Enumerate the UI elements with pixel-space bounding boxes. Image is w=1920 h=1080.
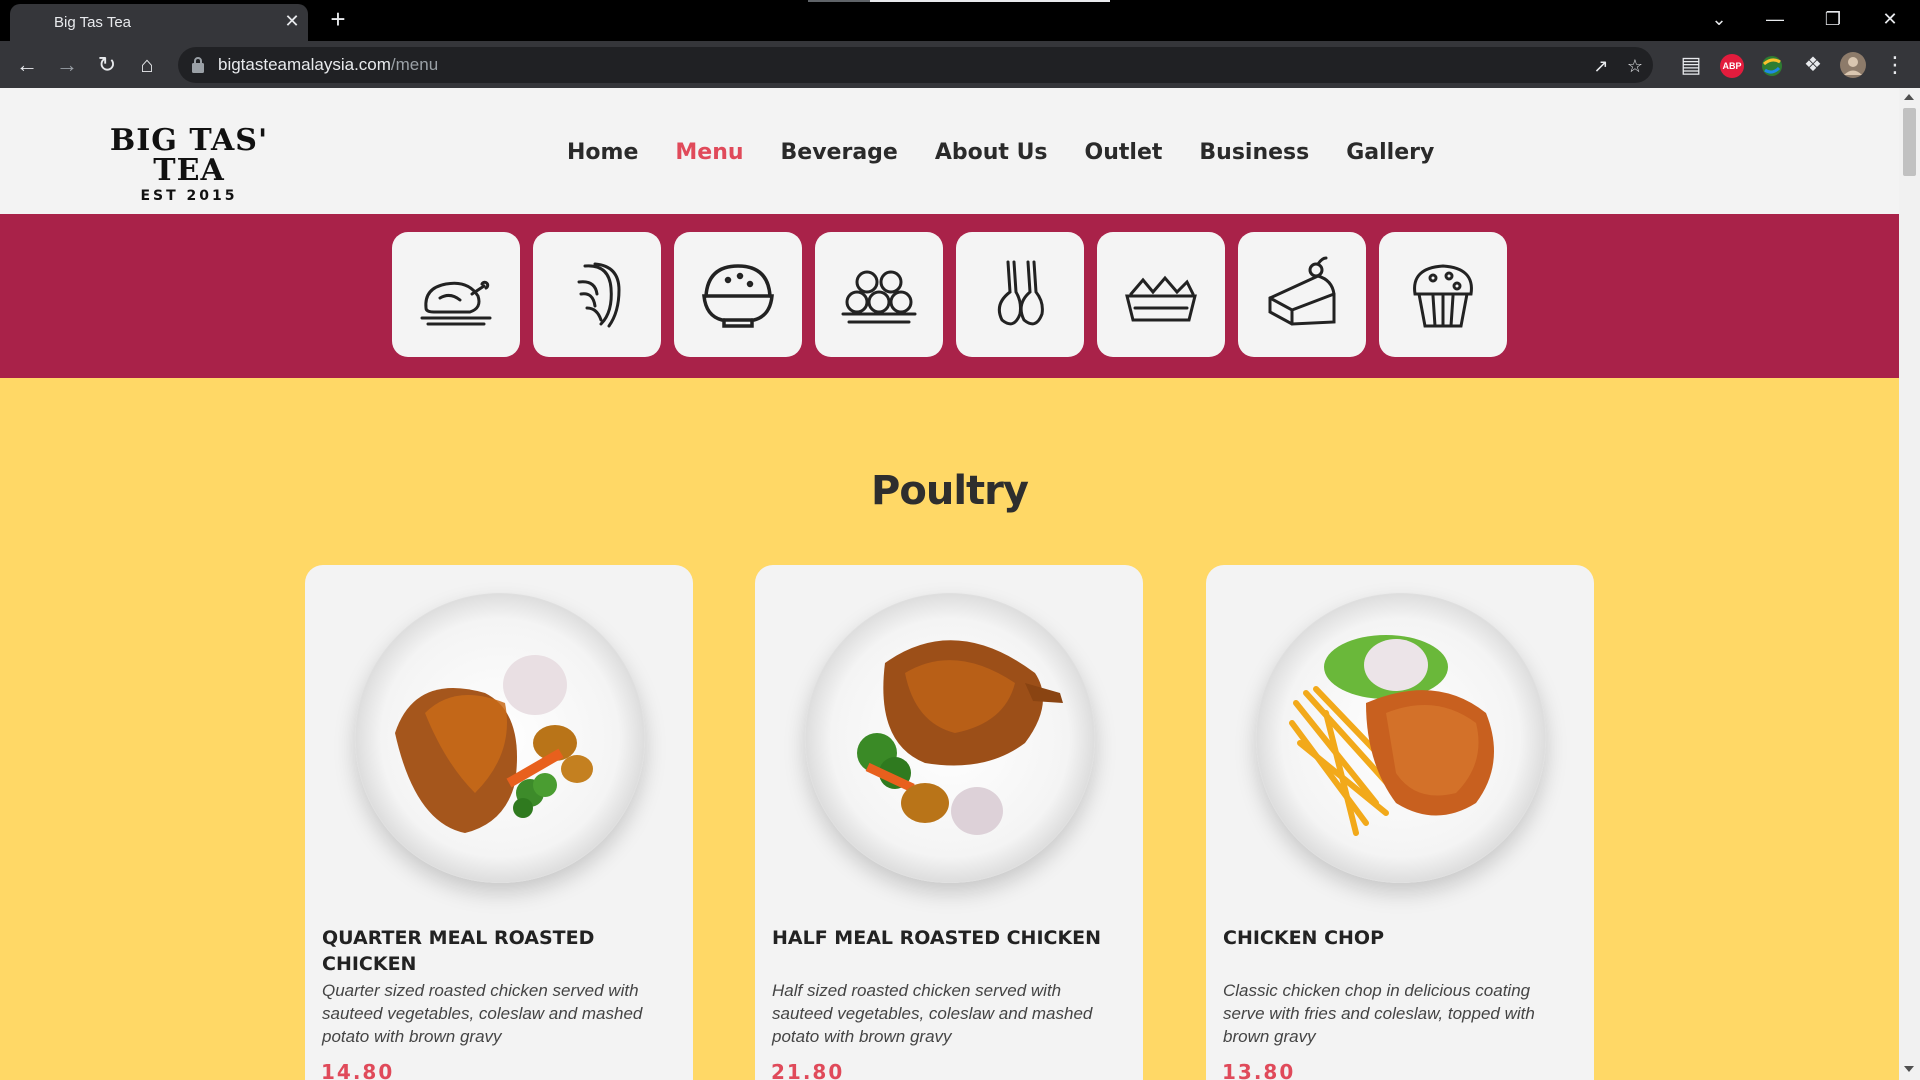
menu-item-card[interactable]: QUARTER MEAL ROASTED CHICKEN Quarter siz…: [305, 565, 693, 1080]
category-dessert-button[interactable]: [1238, 232, 1366, 357]
site-logo[interactable]: BIG TAS' TEA EST 2015: [92, 126, 286, 205]
roasted-chicken-plate-image: [395, 655, 593, 833]
menu-item-card[interactable]: CHICKEN CHOP Classic chicken chop in del…: [1206, 565, 1594, 1080]
extension-globe-icon[interactable]: [1759, 53, 1785, 79]
pasta-icon: [577, 262, 621, 328]
section-title: Poultry: [871, 468, 1029, 514]
cake-slice-icon: [1268, 256, 1336, 326]
back-arrow-icon[interactable]: ←: [13, 51, 41, 79]
tab-search-icon[interactable]: ⌄: [1703, 6, 1735, 32]
tab-title: Big Tas Tea: [54, 14, 131, 31]
category-dimsum-button[interactable]: [815, 232, 943, 357]
url-path: /menu: [390, 55, 439, 74]
close-window-button[interactable]: ✕: [1874, 6, 1906, 32]
media-icon[interactable]: ▤: [1677, 51, 1705, 79]
category-poultry-button[interactable]: [392, 232, 520, 357]
logo-wordmark: BIG TAS' TEA: [109, 123, 269, 188]
dish-price: 14.80: [321, 1060, 395, 1080]
nav-gallery[interactable]: Gallery: [1346, 140, 1434, 170]
share-icon[interactable]: ↗: [1590, 55, 1612, 77]
new-tab-button[interactable]: +: [325, 6, 351, 32]
dish-description: Half sized roasted chicken served with s…: [772, 981, 1093, 1046]
dish-description: Quarter sized roasted chicken served wit…: [322, 981, 643, 1046]
puzzle-icon[interactable]: ❖: [1799, 51, 1827, 79]
nav-outlet[interactable]: Outlet: [1085, 140, 1163, 170]
dish-title: CHICKEN CHOP: [1223, 927, 1384, 949]
dish-price: 21.80: [771, 1060, 845, 1080]
scrollbar-thumb[interactable]: [1903, 108, 1916, 176]
scroll-up-arrow-icon[interactable]: [1904, 94, 1914, 100]
close-tab-icon[interactable]: ✕: [281, 10, 303, 32]
dish-image: [1256, 593, 1546, 883]
bookmark-star-icon[interactable]: ☆: [1624, 55, 1646, 77]
category-pasta-button[interactable]: [533, 232, 661, 357]
dish-image: [355, 593, 645, 883]
nav-beverage[interactable]: Beverage: [781, 140, 898, 170]
snack-basket-icon: [1125, 275, 1197, 322]
minimize-button[interactable]: —: [1759, 6, 1791, 32]
url-host: bigtasteamalaysia.com: [218, 55, 391, 74]
kebab-menu-icon[interactable]: ⋮: [1881, 51, 1909, 79]
scroll-down-arrow-icon[interactable]: [1904, 1066, 1914, 1072]
adblock-plus-icon[interactable]: ABP: [1720, 54, 1744, 78]
address-bar[interactable]: bigtasteamalaysia.com/menu ↗ ☆: [178, 47, 1653, 83]
site-header: BIG TAS' TEA EST 2015 Home Menu Beverage…: [0, 88, 1899, 214]
nav-business[interactable]: Business: [1199, 140, 1309, 170]
roast-chicken-icon: [420, 280, 492, 326]
dish-image: [805, 593, 1095, 883]
profile-avatar-icon[interactable]: [1839, 51, 1867, 79]
nav-menu[interactable]: Menu: [675, 140, 743, 170]
menu-content: Poultry QUARTER MEAL ROASTED CHICKEN Qua…: [0, 378, 1899, 1080]
browser-tab-strip: Big Tas Tea ✕ + ⌄ — ❐ ✕: [0, 0, 1920, 41]
category-bakery-button[interactable]: [1379, 232, 1507, 357]
chicken-chop-plate-image: [1289, 635, 1494, 836]
lamb-chop-icon: [997, 260, 1044, 326]
dish-description: Classic chicken chop in delicious coatin…: [1223, 981, 1535, 1046]
menu-item-card[interactable]: HALF MEAL ROASTED CHICKEN Half sized roa…: [755, 565, 1143, 1080]
dim-sum-icon: [841, 270, 917, 324]
browser-toolbar: ← → ↻ ⌂ bigtasteamalaysia.com/menu ↗ ☆ ▤…: [0, 41, 1920, 88]
rice-bowl-icon: [702, 264, 774, 328]
logo-est: EST 2015: [140, 188, 238, 204]
page-scrollbar[interactable]: [1899, 88, 1920, 1080]
muffin-icon: [1413, 264, 1473, 328]
category-rice-button[interactable]: [674, 232, 802, 357]
nav-home[interactable]: Home: [567, 140, 638, 170]
category-snacks-button[interactable]: [1097, 232, 1225, 357]
main-nav: Home Menu Beverage About Us Outlet Busin…: [567, 140, 1434, 170]
forward-arrow-icon[interactable]: →: [53, 51, 81, 79]
nav-about-us[interactable]: About Us: [935, 140, 1048, 170]
dish-title: QUARTER MEAL ROASTED CHICKEN: [322, 927, 595, 975]
url-text: bigtasteamalaysia.com/menu: [218, 55, 438, 75]
half-chicken-plate-image: [857, 640, 1063, 835]
reload-icon[interactable]: ↻: [93, 51, 121, 79]
restore-button[interactable]: ❐: [1817, 6, 1849, 32]
dish-price: 13.80: [1222, 1060, 1296, 1080]
lock-icon: [192, 57, 204, 73]
web-page: BIG TAS' TEA EST 2015 Home Menu Beverage…: [0, 88, 1899, 1080]
home-icon[interactable]: ⌂: [133, 51, 161, 79]
category-lamb-button[interactable]: [956, 232, 1084, 357]
browser-tab-active[interactable]: Big Tas Tea ✕: [10, 4, 308, 41]
category-bar: [0, 214, 1899, 378]
tab-search-strip-highlight: [870, 0, 1110, 2]
dish-title: HALF MEAL ROASTED CHICKEN: [772, 927, 1102, 949]
